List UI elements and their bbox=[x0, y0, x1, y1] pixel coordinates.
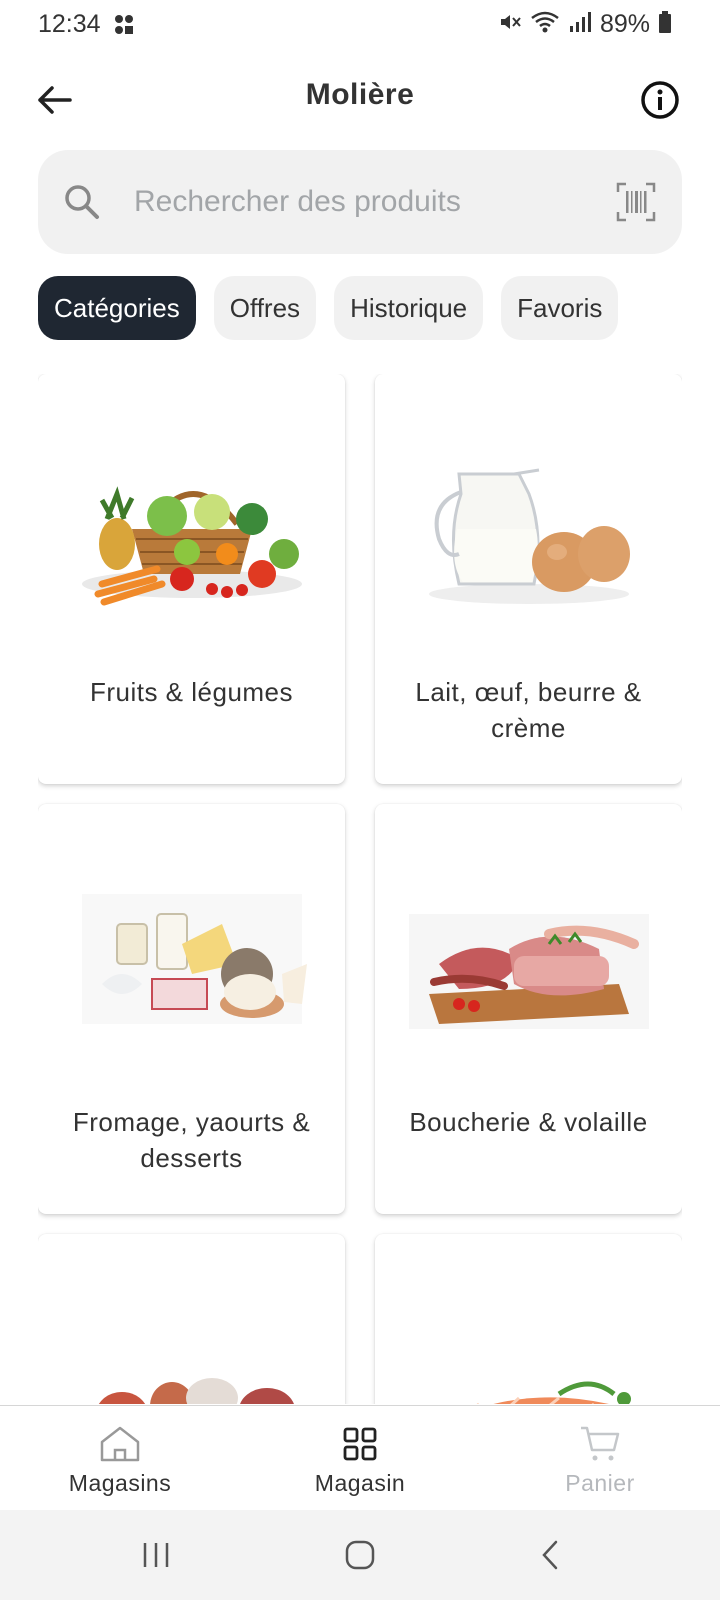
grid-icon bbox=[343, 1427, 377, 1461]
system-back-button[interactable] bbox=[520, 1532, 580, 1578]
signal-icon bbox=[568, 10, 592, 39]
barcode-scan-icon[interactable] bbox=[616, 182, 656, 227]
search-icon bbox=[62, 182, 102, 227]
recent-apps-button[interactable] bbox=[126, 1532, 186, 1578]
page-title: Molière bbox=[305, 78, 415, 111]
milk-eggs-image bbox=[429, 468, 630, 604]
fruits-vegetables-image bbox=[82, 486, 302, 606]
category-card-poisson[interactable] bbox=[375, 1234, 682, 1404]
notification-icon bbox=[113, 13, 135, 42]
category-card-charcuterie[interactable] bbox=[38, 1234, 345, 1404]
nav-label: Panier bbox=[565, 1470, 635, 1496]
home-icon bbox=[100, 1426, 140, 1462]
home-button[interactable] bbox=[330, 1532, 390, 1578]
category-grid: Fruits & légumes Lait, œuf, beurre & crè… bbox=[38, 374, 682, 1404]
category-label: Fromage, yaourts & desserts bbox=[72, 1107, 311, 1173]
charcuterie-image bbox=[98, 1378, 294, 1404]
search-bar[interactable] bbox=[38, 150, 682, 254]
info-button[interactable] bbox=[636, 76, 684, 124]
category-label: Lait, œuf, beurre & crème bbox=[415, 677, 642, 743]
system-navigation-bar bbox=[0, 1510, 720, 1600]
category-card-boucherie-volaille[interactable]: Boucherie & volaille bbox=[375, 804, 682, 1214]
status-time: 12:34 bbox=[38, 10, 101, 38]
app-header: Molière bbox=[0, 60, 720, 140]
cheese-yogurt-image bbox=[82, 894, 307, 1024]
info-icon bbox=[641, 81, 679, 119]
status-bar: 12:34 89% bbox=[0, 0, 720, 52]
fish-image bbox=[476, 1381, 631, 1404]
category-tabs: Catégories Offres Historique Favoris bbox=[38, 276, 619, 340]
search-input[interactable] bbox=[134, 176, 594, 228]
nav-panier[interactable]: Panier bbox=[480, 1406, 720, 1511]
category-label: Fruits & légumes bbox=[89, 677, 294, 707]
status-icons: 89% bbox=[498, 10, 672, 39]
recent-apps-icon bbox=[143, 1543, 169, 1567]
nav-label: Magasins bbox=[68, 1470, 172, 1496]
chevron-left-icon bbox=[542, 1540, 558, 1570]
tab-offres[interactable]: Offres bbox=[213, 276, 317, 340]
home-circle-icon bbox=[345, 1540, 375, 1570]
category-card-lait-oeuf[interactable]: Lait, œuf, beurre & crème bbox=[375, 374, 682, 784]
battery-icon bbox=[658, 10, 672, 39]
tab-categories[interactable]: Catégories bbox=[38, 276, 196, 340]
bottom-navigation: Magasins Magasin Panier bbox=[0, 1405, 720, 1510]
tab-historique[interactable]: Historique bbox=[334, 276, 484, 340]
wifi-icon bbox=[530, 10, 560, 39]
category-card-fruits-legumes[interactable]: Fruits & légumes bbox=[38, 374, 345, 784]
category-card-fromage-yaourts[interactable]: Fromage, yaourts & desserts bbox=[38, 804, 345, 1214]
nav-magasins[interactable]: Magasins bbox=[0, 1406, 240, 1511]
mute-icon bbox=[498, 10, 522, 39]
meat-poultry-image bbox=[409, 914, 649, 1029]
nav-label: Magasin bbox=[314, 1470, 406, 1496]
tab-favoris[interactable]: Favoris bbox=[501, 276, 619, 340]
battery-level: 89% bbox=[599, 10, 650, 38]
nav-magasin[interactable]: Magasin bbox=[240, 1406, 480, 1511]
category-label: Boucherie & volaille bbox=[409, 1107, 648, 1137]
cart-icon bbox=[581, 1426, 620, 1461]
